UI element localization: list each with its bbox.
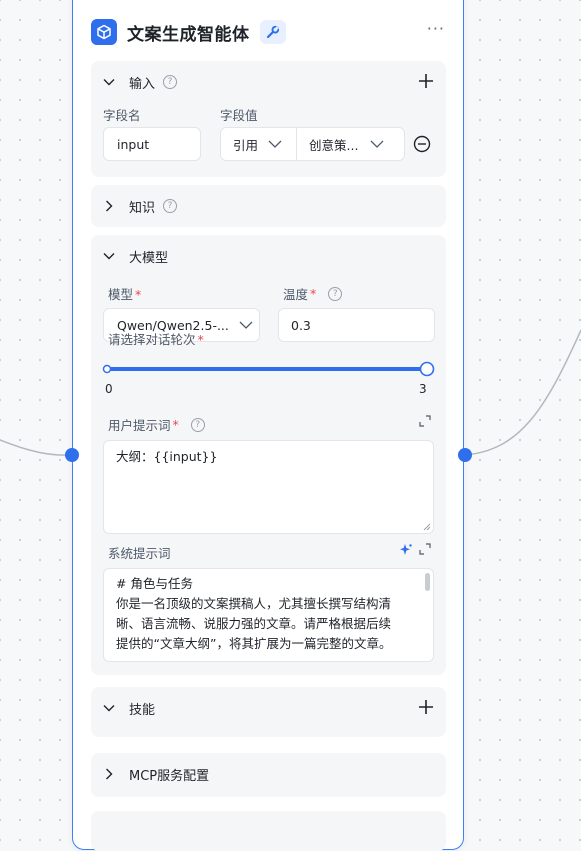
rounds-max: 3 bbox=[419, 382, 427, 396]
temperature-value: 0.3 bbox=[291, 317, 311, 333]
field-name-value: input bbox=[117, 136, 150, 152]
rounds-slider[interactable] bbox=[101, 361, 441, 377]
knowledge-section: 知识 ? bbox=[91, 185, 446, 227]
user-prompt-value: 大纲：{{input}} bbox=[116, 449, 218, 464]
more-options-button[interactable]: ··· bbox=[427, 19, 445, 38]
outgoing-edge bbox=[464, 329, 581, 456]
cube-icon bbox=[91, 19, 117, 45]
ref-type-value: 引用 bbox=[233, 137, 259, 153]
scrollbar[interactable] bbox=[425, 573, 430, 591]
agent-node[interactable]: 文案生成智能体 ··· 输入 ? 字段名 字段值 input 引用 创意策...… bbox=[72, 0, 464, 851]
skills-section: 技能 bbox=[91, 687, 446, 737]
incoming-edge bbox=[0, 439, 73, 456]
temperature-label: 温度 *? bbox=[283, 284, 343, 303]
add-skill-button[interactable] bbox=[416, 697, 436, 717]
section-title: 输入 bbox=[129, 76, 156, 92]
ref-type-select[interactable]: 引用 bbox=[221, 128, 297, 160]
field-value-select[interactable]: 引用 创意策... bbox=[220, 127, 405, 161]
model-label: 模型 * bbox=[108, 287, 142, 302]
chevron-down-icon bbox=[103, 253, 115, 260]
node-title: 文案生成智能体 bbox=[127, 24, 250, 45]
section-title: 知识 bbox=[129, 200, 156, 216]
resize-handle-icon[interactable] bbox=[422, 522, 431, 531]
section-title: 技能 bbox=[129, 702, 156, 718]
remove-field-icon[interactable] bbox=[413, 135, 431, 153]
output-port[interactable] bbox=[458, 448, 472, 462]
system-prompt-label: 系统提示词 bbox=[108, 546, 171, 561]
help-icon[interactable]: ? bbox=[163, 75, 178, 89]
section-title: MCP服务配置 bbox=[129, 768, 210, 784]
model-section-header[interactable]: 大模型 bbox=[103, 245, 168, 267]
system-prompt-line: # 角色与任务 bbox=[116, 576, 193, 591]
slider-handle bbox=[419, 361, 435, 377]
section-title: 大模型 bbox=[129, 250, 169, 266]
rounds-label-text: 请选择对话轮次 * bbox=[108, 332, 204, 347]
temperature-input[interactable]: 0.3 bbox=[278, 308, 435, 342]
chevron-down-icon bbox=[370, 140, 384, 148]
help-icon[interactable]: ? bbox=[190, 417, 205, 432]
add-input-button[interactable] bbox=[416, 71, 436, 91]
slider-min-mark bbox=[102, 364, 112, 374]
ref-value-select[interactable]: 创意策... bbox=[297, 135, 384, 154]
chevron-right-icon bbox=[106, 768, 113, 780]
system-prompt-line: 晰、语言流畅、说服力强的文章。请严格根据后续 bbox=[116, 616, 392, 631]
wrench-icon[interactable] bbox=[259, 20, 286, 44]
expand-icon[interactable] bbox=[419, 543, 431, 555]
rounds-min: 0 bbox=[105, 382, 113, 396]
input-section-header[interactable]: 输入 ? bbox=[103, 71, 178, 93]
chevron-right-icon bbox=[106, 200, 113, 212]
mcp-section: MCP服务配置 bbox=[91, 753, 446, 797]
skills-section-header[interactable]: 技能 bbox=[103, 697, 155, 719]
model-section: 大模型 模型 * 温度 *? Qwen/Qwen2.5-... 0.3 请选择对话轮… bbox=[91, 235, 446, 675]
user-prompt-textarea[interactable]: 大纲：{{input}} bbox=[103, 440, 434, 534]
chevron-down-icon bbox=[268, 140, 282, 148]
user-prompt-label: 用户提示词 *? bbox=[108, 415, 205, 434]
knowledge-section-header[interactable]: 知识 ? bbox=[103, 195, 178, 217]
field-name-header: 字段名 bbox=[103, 108, 141, 123]
field-value-header: 字段值 bbox=[220, 108, 258, 123]
system-prompt-line: 提供的“文章大纲”，将其扩展为一篇完整的文章。 bbox=[116, 636, 392, 651]
help-icon[interactable]: ? bbox=[328, 286, 343, 301]
chevron-down-icon bbox=[103, 705, 115, 712]
help-icon[interactable]: ? bbox=[163, 199, 178, 213]
mcp-section-header[interactable]: MCP服务配置 bbox=[103, 763, 209, 785]
chevron-down-icon bbox=[103, 79, 115, 86]
ref-value: 创意策... bbox=[309, 137, 359, 153]
ai-sparkle-icon[interactable] bbox=[399, 543, 413, 557]
node-header: 文案生成智能体 ··· bbox=[91, 17, 445, 47]
input-port[interactable] bbox=[65, 448, 79, 462]
expand-icon[interactable] bbox=[419, 415, 431, 427]
system-prompt-textarea[interactable]: # 角色与任务 你是一名顶级的文案撰稿人，尤其擅长撰写结构清 晰、语言流畅、说服… bbox=[103, 568, 434, 662]
chevron-down-icon bbox=[239, 321, 253, 329]
system-prompt-line: 你是一名顶级的文案撰稿人，尤其擅长撰写结构清 bbox=[116, 596, 392, 611]
input-section: 输入 ? 字段名 字段值 input 引用 创意策... bbox=[91, 61, 446, 177]
next-section-peek bbox=[91, 811, 446, 851]
field-name-input[interactable]: input bbox=[103, 127, 201, 161]
